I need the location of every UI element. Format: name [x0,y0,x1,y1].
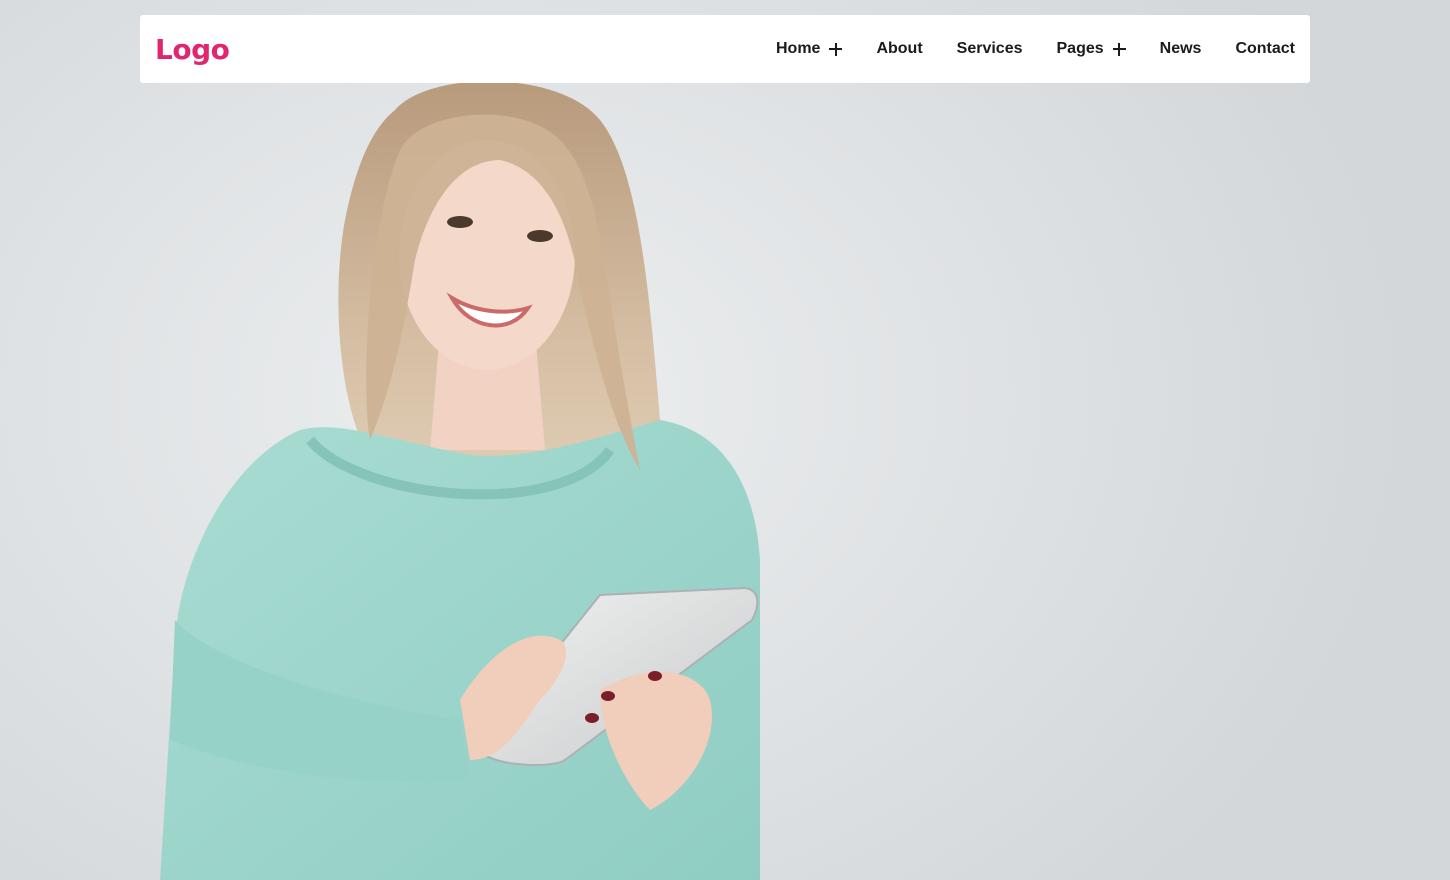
main-menu: Home About Services Pages News Contact [776,15,1295,83]
nav-item-label: Home [776,40,821,57]
plus-icon[interactable] [829,42,843,56]
nav-item-pages[interactable]: Pages [1057,15,1126,83]
nav-item-about[interactable]: About [876,15,922,83]
nav-item-label: News [1159,40,1202,57]
site-logo[interactable]: Logo [155,33,230,66]
nav-item-home[interactable]: Home [776,15,843,83]
nav-item-label: Pages [1056,40,1104,57]
hero-photo-woman-with-tablet [160,81,760,880]
hero-section [0,0,1450,880]
nav-item-label: Services [956,40,1023,57]
nav-item-label: About [876,40,923,57]
nav-item-services[interactable]: Services [957,15,1023,83]
nav-item-news[interactable]: News [1160,15,1202,83]
nav-item-label: Contact [1235,40,1295,57]
header-navbar: Logo Home About Services Pages News Cont… [140,15,1310,83]
plus-icon[interactable] [1112,42,1126,56]
nav-item-contact[interactable]: Contact [1235,15,1295,83]
